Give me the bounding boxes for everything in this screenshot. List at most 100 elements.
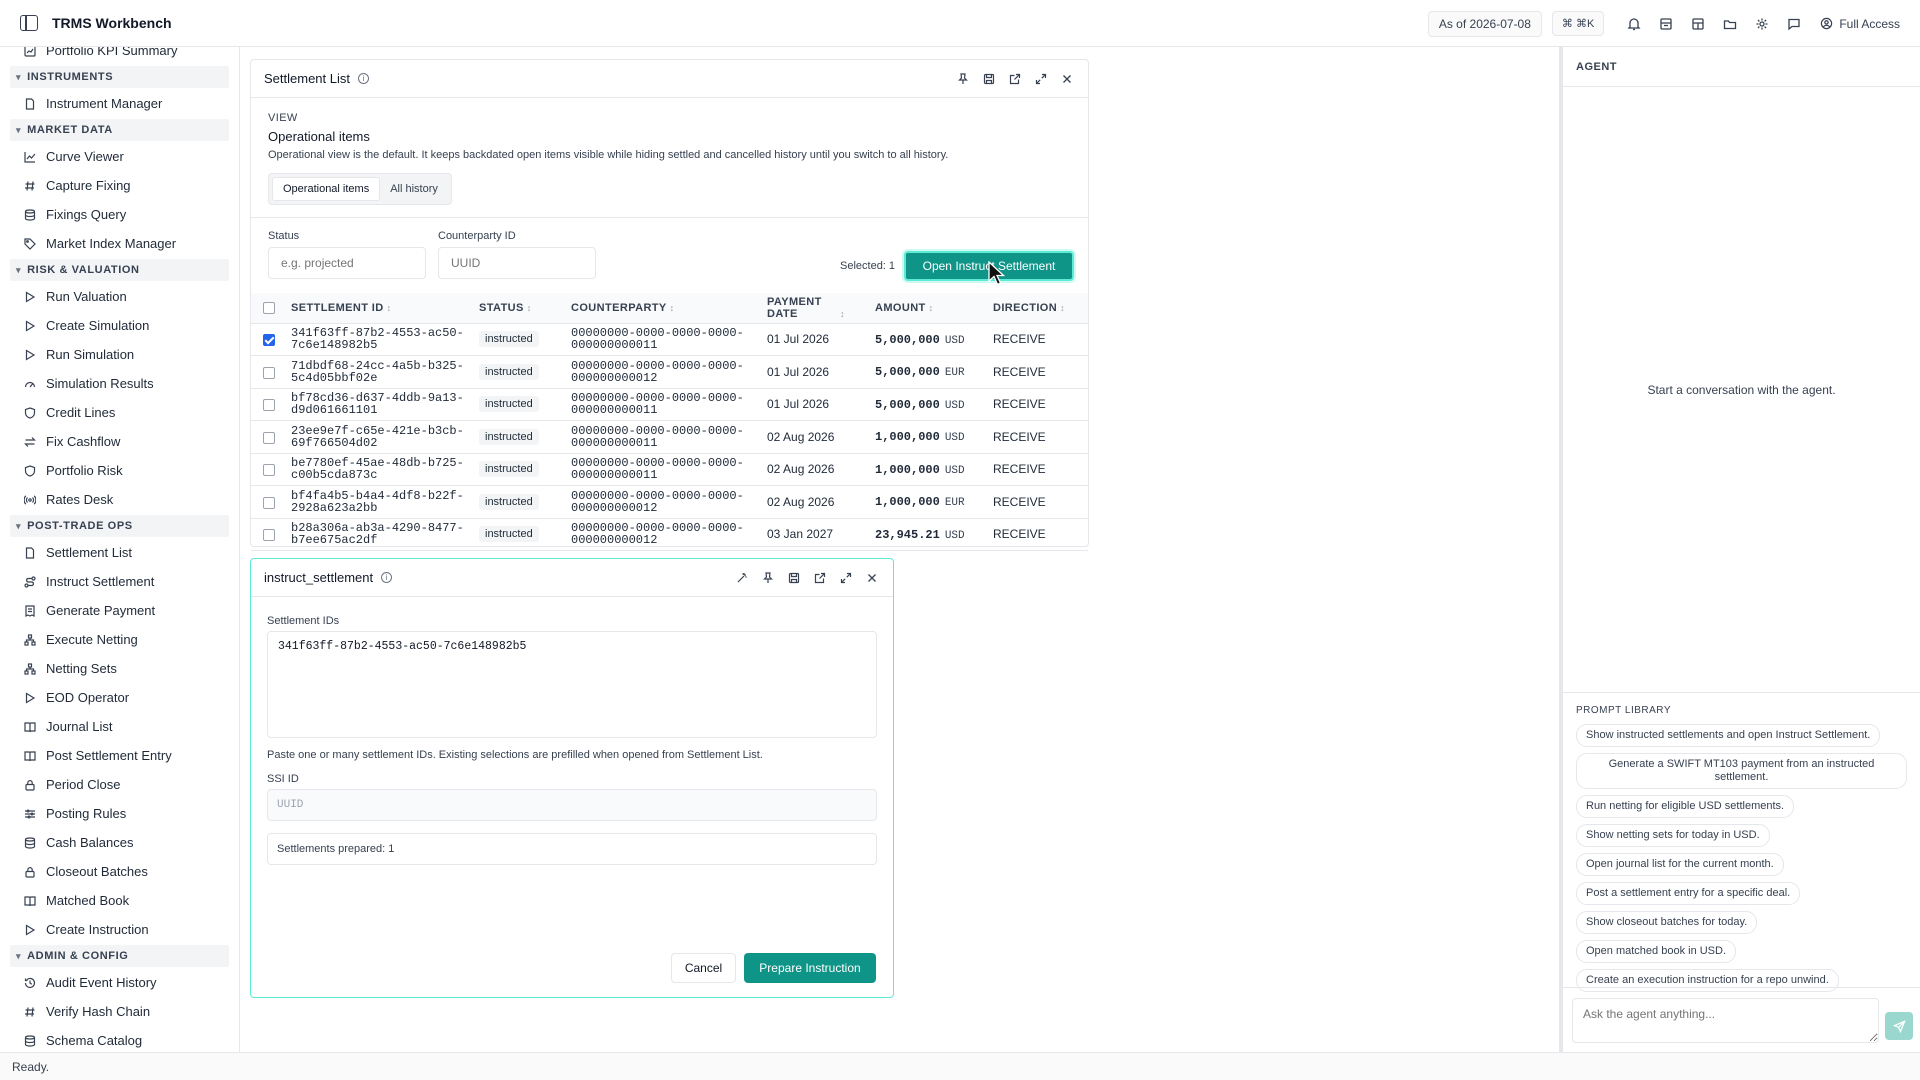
sidebar-item-settlement-list[interactable]: Settlement List xyxy=(0,538,239,567)
sidebar-item-journal-list[interactable]: Journal List xyxy=(0,712,239,741)
command-shortcut[interactable]: ⌘ ⌘K xyxy=(1551,11,1605,36)
sidebar-item-posting-rules[interactable]: Posting Rules xyxy=(0,799,239,828)
table-row[interactable]: 341f63ff-87b2-4553-ac50- 7c6e148982b5 inst… xyxy=(251,323,1088,356)
sidebar-item-run-simulation[interactable]: Run Simulation xyxy=(0,340,239,369)
settlement-id-cell[interactable]: bf4fa4b5-b4a4-4df8-b22f- 2928a623a2bb xyxy=(285,485,473,519)
access-indicator[interactable]: Full Access xyxy=(1820,17,1900,31)
sidebar-item-post-settlement-entry[interactable]: Post Settlement Entry xyxy=(0,741,239,770)
settlement-id-cell[interactable]: b28a306a-ab3a-4290-8477- b7ee675ac2df xyxy=(285,518,473,551)
sidebar-item-closeout-batches[interactable]: Closeout Batches xyxy=(0,857,239,886)
select-all-checkbox[interactable] xyxy=(263,301,275,314)
as-of-date[interactable]: As of 2026-07-08 xyxy=(1427,10,1542,37)
sidebar-section-admin-config[interactable]: ▾ ADMIN & CONFIG xyxy=(10,945,229,967)
cancel-button[interactable]: Cancel xyxy=(671,953,736,983)
sidebar-item-verify-hash-chain[interactable]: Verify Hash Chain xyxy=(0,997,239,1026)
open-instruct-settlement-button[interactable]: Open Instruct Settlement xyxy=(904,251,1074,281)
send-button[interactable] xyxy=(1885,1012,1913,1040)
table-row[interactable]: be7780ef-45ae-48db-b725- c00b5cda873c inst… xyxy=(251,453,1088,486)
col-payment-date[interactable]: PAYMENT DATE ↕ xyxy=(761,293,869,324)
sidebar-section-instruments[interactable]: ▾ INSTRUMENTS xyxy=(10,66,229,88)
col-counterparty[interactable]: COUNTERPARTY ↕ xyxy=(565,293,761,324)
close-icon[interactable] xyxy=(1060,72,1074,86)
sidebar-item-instruct-settlement[interactable]: Instruct Settlement xyxy=(0,567,239,596)
settlement-id-cell[interactable]: 341f63ff-87b2-4553-ac50- 7c6e148982b5 xyxy=(285,323,473,356)
sidebar-item-schema-catalog[interactable]: Schema Catalog xyxy=(0,1026,239,1052)
row-checkbox[interactable] xyxy=(263,399,275,412)
save-icon[interactable] xyxy=(787,571,801,585)
row-checkbox[interactable] xyxy=(263,464,275,477)
table-row[interactable]: bf78cd36-d637-4ddb-9a13- d9d061661101 inst… xyxy=(251,388,1088,421)
sidebar-item-curve-viewer[interactable]: Curve Viewer xyxy=(0,142,239,171)
sidebar-item-fix-cashflow[interactable]: Fix Cashflow xyxy=(0,427,239,456)
settlement-id-cell[interactable]: 71dbdf68-24cc-4a5b-b325- 5c4d05bbf02e xyxy=(285,355,473,389)
sidebar-item-audit-event-history[interactable]: Audit Event History xyxy=(0,968,239,997)
col-direction[interactable]: DIRECTION ↕ xyxy=(987,293,1088,324)
prompt-chip[interactable]: Show closeout batches for today. xyxy=(1576,911,1758,934)
sidebar-item-credit-lines[interactable]: Credit Lines xyxy=(0,398,239,427)
expand-icon[interactable] xyxy=(1034,72,1048,86)
sidebar-item-matched-book[interactable]: Matched Book xyxy=(0,886,239,915)
tab-all-history[interactable]: All history xyxy=(380,177,448,201)
prompt-chip[interactable]: Generate a SWIFT MT103 payment from an i… xyxy=(1576,753,1907,789)
panel-toggle-icon[interactable] xyxy=(20,15,38,31)
folder-icon[interactable] xyxy=(1714,9,1746,39)
external-link-icon[interactable] xyxy=(1008,72,1022,86)
prompt-chip[interactable]: Run netting for eligible USD settlements… xyxy=(1576,795,1795,818)
sidebar-item-create-instruction[interactable]: Create Instruction xyxy=(0,915,239,944)
expand-icon[interactable] xyxy=(839,571,853,585)
sidebar-section-market-data[interactable]: ▾ MARKET DATA xyxy=(10,119,229,141)
sidebar-item-portfolio-risk[interactable]: Portfolio Risk xyxy=(0,456,239,485)
col-status[interactable]: STATUS ↕ xyxy=(473,293,565,324)
agent-input[interactable] xyxy=(1572,998,1879,1043)
prompt-chip[interactable]: Open journal list for the current month. xyxy=(1576,853,1784,876)
sidebar-item-run-valuation[interactable]: Run Valuation xyxy=(0,282,239,311)
sidebar-item-execute-netting[interactable]: Execute Netting xyxy=(0,625,239,654)
sidebar-item-period-close[interactable]: Period Close xyxy=(0,770,239,799)
gear-icon[interactable] xyxy=(1746,9,1778,39)
prompt-chip[interactable]: Show instructed settlements and open Ins… xyxy=(1576,724,1881,747)
sidebar-section-post-trade-ops[interactable]: ▾ POST-TRADE OPS xyxy=(10,515,229,537)
sidebar-item-capture-fixing[interactable]: Capture Fixing xyxy=(0,171,239,200)
prepare-instruction-button[interactable]: Prepare Instruction xyxy=(744,953,876,983)
tab-operational-items[interactable]: Operational items xyxy=(272,177,381,201)
ssi-id-input[interactable]: UUID xyxy=(267,789,877,821)
row-checkbox[interactable] xyxy=(263,334,275,347)
row-checkbox[interactable] xyxy=(263,366,275,379)
settlement-id-cell[interactable]: 23ee9e7f-c65e-421e-b3cb- 69f766504d02 xyxy=(285,420,473,454)
sidebar-item-generate-payment[interactable]: Generate Payment xyxy=(0,596,239,625)
table-row[interactable]: 71dbdf68-24cc-4a5b-b325- 5c4d05bbf02e inst… xyxy=(251,355,1088,389)
info-icon[interactable]: i xyxy=(381,572,393,583)
archive-icon[interactable] xyxy=(1650,9,1682,39)
layout-icon[interactable] xyxy=(1682,9,1714,39)
status-filter-input[interactable] xyxy=(268,247,426,279)
prompt-chip[interactable]: Open matched book in USD. xyxy=(1576,940,1737,963)
magic-wand-icon[interactable] xyxy=(735,571,749,585)
sidebar-item-simulation-results[interactable]: Simulation Results xyxy=(0,369,239,398)
chat-icon[interactable] xyxy=(1778,9,1810,39)
bell-icon[interactable] xyxy=(1618,9,1650,39)
col-settlement-id[interactable]: SETTLEMENT ID ↕ xyxy=(285,293,473,324)
sidebar-item-eod-operator[interactable]: EOD Operator xyxy=(0,683,239,712)
table-row[interactable]: b28a306a-ab3a-4290-8477- b7ee675ac2df inst… xyxy=(251,518,1088,551)
row-checkbox[interactable] xyxy=(263,496,275,509)
sidebar-item-create-simulation[interactable]: Create Simulation xyxy=(0,311,239,340)
counterparty-filter-input[interactable] xyxy=(438,247,596,279)
row-checkbox[interactable] xyxy=(263,431,275,444)
pin-icon[interactable] xyxy=(761,571,775,585)
sidebar-item-instrument-manager[interactable]: Instrument Manager xyxy=(0,89,239,118)
info-icon[interactable]: i xyxy=(358,73,369,84)
sidebar-item-rates-desk[interactable]: Rates Desk xyxy=(0,485,239,514)
close-icon[interactable] xyxy=(865,571,879,585)
sidebar-item-netting-sets[interactable]: Netting Sets xyxy=(0,654,239,683)
settlement-id-cell[interactable]: be7780ef-45ae-48db-b725- c00b5cda873c xyxy=(285,453,473,486)
settlement-id-cell[interactable]: bf78cd36-d637-4ddb-9a13- d9d061661101 xyxy=(285,388,473,421)
table-row[interactable]: bf4fa4b5-b4a4-4df8-b22f- 2928a623a2bb inst… xyxy=(251,485,1088,519)
pin-icon[interactable] xyxy=(956,72,970,86)
settlement-ids-textarea[interactable]: 341f63ff-87b2-4553-ac50-7c6e148982b5 xyxy=(267,631,877,738)
external-link-icon[interactable] xyxy=(813,571,827,585)
prompt-chip[interactable]: Show netting sets for today in USD. xyxy=(1576,824,1770,847)
row-checkbox[interactable] xyxy=(263,529,275,542)
sidebar-item-market-index-manager[interactable]: Market Index Manager xyxy=(0,229,239,258)
prompt-chip[interactable]: Post a settlement entry for a specific d… xyxy=(1576,882,1801,905)
sidebar-item-cash-balances[interactable]: Cash Balances xyxy=(0,828,239,857)
